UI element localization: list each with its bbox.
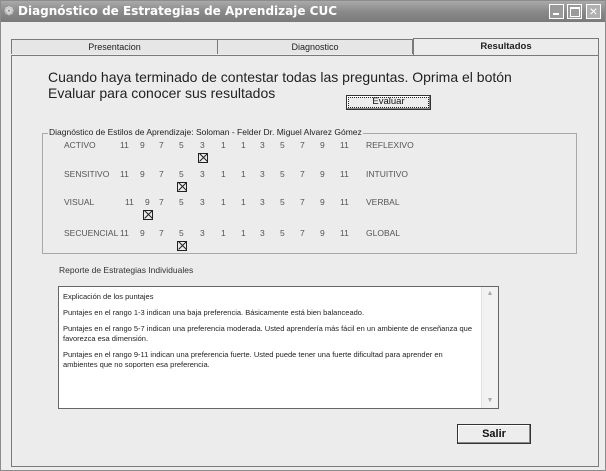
tab-diagnostico[interactable]: Diagnostico (217, 39, 413, 54)
scale-value[interactable]: 9 (145, 197, 150, 207)
tab-resultados[interactable]: Resultados (413, 38, 599, 55)
scale-value[interactable]: 3 (260, 140, 265, 150)
scale-value[interactable]: 11 (340, 140, 349, 150)
scale-value[interactable]: 3 (200, 140, 205, 150)
scale-value[interactable]: 5 (179, 140, 184, 150)
scale-value[interactable]: 3 (200, 197, 205, 207)
scale-value[interactable]: 5 (179, 169, 184, 179)
selected-mark-icon (198, 153, 208, 163)
scale-value[interactable]: 1 (241, 228, 246, 238)
scale-value[interactable]: 7 (159, 140, 164, 150)
minimize-icon (553, 13, 559, 15)
scale-value[interactable]: 3 (260, 228, 265, 238)
scale-value[interactable]: 7 (300, 228, 305, 238)
report-line: Puntajes en el rango 5-7 indican una pre… (63, 324, 473, 343)
scale-value[interactable]: 5 (179, 228, 184, 238)
scale-value[interactable]: 5 (280, 169, 285, 179)
scale-value[interactable]: 1 (221, 140, 226, 150)
scale-value[interactable]: 9 (320, 197, 325, 207)
scale-value[interactable]: 9 (140, 169, 145, 179)
exit-button[interactable]: Salir (457, 424, 531, 444)
scale-value[interactable]: 11 (340, 197, 349, 207)
scale-value[interactable]: 1 (221, 197, 226, 207)
scale-value[interactable]: 5 (280, 140, 285, 150)
evaluate-button[interactable]: Evaluar (346, 95, 431, 110)
scale-value[interactable]: 3 (260, 169, 265, 179)
scroll-up-icon[interactable]: ▲ (484, 289, 496, 299)
scale-value[interactable]: 9 (140, 228, 145, 238)
selected-mark-icon (177, 241, 187, 251)
scale-value[interactable]: 3 (200, 228, 205, 238)
report-line: Puntajes en el rango 9-11 indican una pr… (63, 350, 443, 369)
selected-mark-icon (143, 210, 153, 220)
scale-value[interactable]: 7 (159, 228, 164, 238)
row-label-right: VERBAL (366, 197, 400, 207)
app-window: ❁ Diagnóstico de Estrategias de Aprendiz… (0, 0, 606, 471)
scale-value[interactable]: 1 (241, 197, 246, 207)
scale-value[interactable]: 1 (221, 169, 226, 179)
scale-value[interactable]: 7 (159, 169, 164, 179)
title-bar[interactable]: ❁ Diagnóstico de Estrategias de Aprendiz… (1, 1, 605, 22)
scale-value[interactable]: 7 (300, 197, 305, 207)
tab-presentacion[interactable]: Presentacion (11, 39, 218, 54)
scale-value[interactable]: 7 (159, 197, 164, 207)
scale-value[interactable]: 9 (140, 140, 145, 150)
row-label-left: SECUENCIAL (64, 228, 119, 238)
report-scrollbar[interactable]: ▲ ▼ (481, 287, 498, 408)
minimize-button[interactable] (549, 4, 564, 19)
maximize-icon (570, 7, 580, 17)
row-label-right: INTUITIVO (366, 169, 409, 179)
selected-mark-icon (177, 182, 187, 192)
close-icon: × (589, 3, 598, 19)
scale-value[interactable]: 11 (120, 228, 129, 238)
scale-value[interactable]: 5 (179, 197, 184, 207)
window-title: Diagnóstico de Estrategias de Aprendizaj… (18, 4, 338, 18)
scale-value[interactable]: 9 (320, 140, 325, 150)
scale-value[interactable]: 11 (125, 197, 134, 207)
scale-value[interactable]: 1 (241, 169, 246, 179)
scale-value[interactable]: 11 (340, 169, 349, 179)
scale-value[interactable]: 11 (340, 228, 349, 238)
scale-value[interactable]: 7 (300, 169, 305, 179)
scale-value[interactable]: 9 (320, 228, 325, 238)
scale-value[interactable]: 9 (320, 169, 325, 179)
scale-value[interactable]: 7 (300, 140, 305, 150)
row-label-right: REFLEXIVO (366, 140, 414, 150)
scroll-down-icon[interactable]: ▼ (484, 396, 496, 406)
scale-value[interactable]: 1 (241, 140, 246, 150)
scale-value[interactable]: 5 (280, 197, 285, 207)
scale-value[interactable]: 1 (221, 228, 226, 238)
scale-value[interactable]: 3 (200, 169, 205, 179)
scale-value[interactable]: 3 (260, 197, 265, 207)
tab-strip: Presentacion Diagnostico Resultados (11, 38, 599, 55)
report-label: Reporte de Estrategias Individuales (59, 265, 194, 275)
report-line: Puntajes en el rango 1-3 indican una baj… (63, 308, 365, 317)
scale-value[interactable]: 5 (280, 228, 285, 238)
styles-group-label: Diagnóstico de Estilos de Aprendizaje: S… (48, 127, 363, 137)
row-label-left: ACTIVO (64, 140, 96, 150)
app-icon: ❁ (4, 4, 15, 18)
report-line: Explicación de los puntajes (63, 292, 154, 301)
row-label-left: VISUAL (64, 197, 95, 207)
report-textarea[interactable]: Explicación de los puntajes Puntajes en … (58, 286, 499, 409)
maximize-button[interactable] (567, 4, 582, 19)
instructions-text: Cuando haya terminado de contestar todas… (48, 69, 512, 101)
row-label-left: SENSITIVO (64, 169, 110, 179)
close-button[interactable]: × (586, 3, 601, 19)
scale-value[interactable]: 11 (120, 169, 129, 179)
report-text: Explicación de los puntajes Puntajes en … (63, 292, 473, 376)
scale-value[interactable]: 11 (120, 140, 129, 150)
row-label-right: GLOBAL (366, 228, 401, 238)
